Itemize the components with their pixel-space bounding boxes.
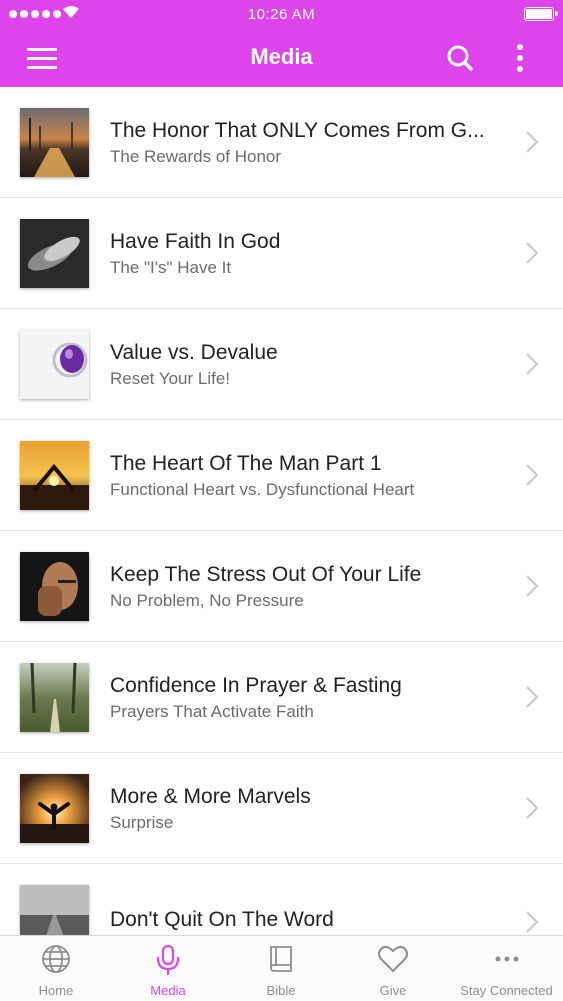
media-list-item[interactable]: The Heart Of The Man Part 1 Functional H… [0, 420, 563, 531]
media-subtitle: The Rewards of Honor [110, 147, 282, 166]
media-title: Confidence In Prayer & Fasting [110, 674, 402, 697]
tab-bible[interactable]: Bible [225, 936, 337, 1001]
media-list-item[interactable]: More & More Marvels Surprise [0, 753, 563, 864]
chevron-right-icon [526, 242, 539, 264]
media-subtitle: No Problem, No Pressure [110, 591, 304, 610]
nav-bar: Media [0, 30, 563, 87]
media-title: More & More Marvels [110, 785, 311, 808]
tab-label: Bible [266, 983, 296, 998]
media-list-item[interactable]: The Honor That ONLY Comes From G... The … [0, 87, 563, 198]
media-title: Value vs. Devalue [110, 341, 278, 364]
media-list-item[interactable]: Confidence In Prayer & Fasting Prayers T… [0, 642, 563, 753]
more-options-button[interactable] [505, 40, 535, 76]
media-subtitle: Reset Your Life! [110, 369, 231, 388]
media-thumbnail [20, 441, 89, 510]
media-thumbnail [20, 219, 89, 288]
tab-home[interactable]: Home [0, 936, 112, 1001]
tab-label: Give [379, 983, 407, 998]
status-bar: 10:26 AM [0, 0, 563, 30]
media-list-item[interactable]: Don't Quit On The Word [0, 864, 563, 935]
media-title: The Honor That ONLY Comes From G... [110, 119, 485, 142]
app-header: 10:26 AM Media [0, 0, 563, 87]
more-vertical-icon [517, 44, 523, 72]
battery-icon [524, 7, 558, 21]
media-thumbnail [20, 330, 89, 399]
tab-bar: Home Media Bible Give Stay Connected [0, 935, 563, 1000]
media-title: The Heart Of The Man Part 1 [110, 452, 382, 475]
microphone-icon [156, 944, 180, 976]
tab-label: Stay Connected [460, 983, 553, 998]
chevron-right-icon [526, 131, 539, 153]
heart-icon [378, 945, 408, 973]
chevron-right-icon [526, 575, 539, 597]
media-thumbnail [20, 552, 89, 621]
media-subtitle: Surprise [110, 813, 174, 832]
chevron-right-icon [526, 911, 539, 933]
chevron-right-icon [526, 353, 539, 375]
media-thumbnail [20, 885, 89, 935]
book-icon [270, 946, 292, 972]
media-list-item[interactable]: Keep The Stress Out Of Your Life No Prob… [0, 531, 563, 642]
more-horizontal-icon [495, 956, 518, 962]
media-subtitle: Functional Heart vs. Dysfunctional Heart [110, 480, 415, 499]
search-icon [447, 45, 473, 71]
media-list: The Honor That ONLY Comes From G... The … [0, 87, 563, 935]
chevron-right-icon [526, 686, 539, 708]
media-thumbnail [20, 663, 89, 732]
tab-label: Home [38, 983, 74, 998]
tab-media[interactable]: Media [112, 936, 224, 1001]
media-subtitle: The "I's" Have It [110, 258, 232, 277]
media-subtitle: Prayers That Activate Faith [110, 702, 314, 721]
globe-icon [42, 945, 70, 973]
chevron-right-icon [526, 797, 539, 819]
tab-label: Media [150, 983, 186, 998]
media-title: Keep The Stress Out Of Your Life [110, 563, 422, 586]
search-button[interactable] [440, 40, 480, 76]
tab-stay-connected[interactable]: Stay Connected [450, 936, 563, 1001]
media-list-item[interactable]: Value vs. Devalue Reset Your Life! [0, 309, 563, 420]
status-time: 10:26 AM [247, 6, 316, 23]
media-title: Have Faith In God [110, 230, 281, 253]
tab-give[interactable]: Give [337, 936, 449, 1001]
media-thumbnail [20, 108, 89, 177]
media-title: Don't Quit On The Word [110, 908, 334, 931]
chevron-right-icon [526, 464, 539, 486]
media-thumbnail [20, 774, 89, 843]
media-list-item[interactable]: Have Faith In God The "I's" Have It [0, 198, 563, 309]
